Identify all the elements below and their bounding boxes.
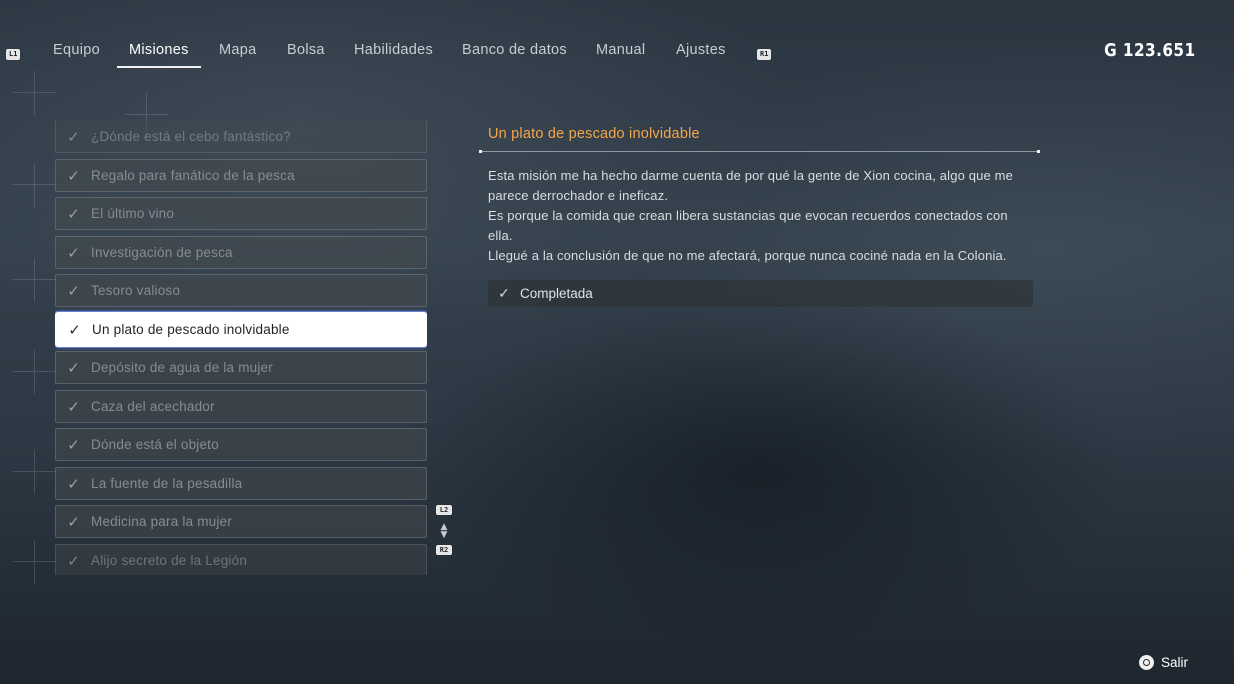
mission-label: Tesoro valioso [91,283,181,298]
scroll-hint: L2 ▲ ▼ R2 [435,505,453,557]
circle-button-icon [1138,655,1154,670]
mission-label: Investigación de pesca [91,245,233,260]
status-badge: ✓ Completada [488,280,1033,307]
description-paragraph: Esta misión me ha hecho darme cuenta de … [488,168,1013,203]
grid-cross-decoration [13,71,57,115]
tab-manual[interactable]: Manual [596,42,645,58]
mission-list[interactable]: ✓ ¿Dónde está el cebo fantástico? ✓ Rega… [55,121,427,575]
checkmark-icon: ✓ [67,281,80,300]
exit-button[interactable]: Salir [1138,655,1188,670]
checkmark-icon: ✓ [67,358,80,377]
checkmark-icon: ✓ [67,166,80,185]
grid-cross-decoration [13,350,57,394]
list-item[interactable]: ✓ Depósito de agua de la mujer [55,351,427,384]
exit-label: Salir [1160,655,1188,670]
mission-label: Regalo para fanático de la pesca [91,168,295,183]
mission-label: Un plato de pescado inolvidable [92,322,290,337]
checkmark-icon: ✓ [498,285,510,302]
divider [479,150,1040,153]
list-item[interactable]: ✓ ¿Dónde está el cebo fantástico? [55,121,427,153]
grid-cross-decoration [13,163,57,207]
list-item[interactable]: ✓ El último vino [55,197,427,230]
checkmark-icon: ✓ [67,397,80,416]
mission-description: Esta misión me ha hecho darme cuenta de … [488,166,1033,266]
mission-label: Alijo secreto de la Legión [91,553,248,568]
tab-mapa[interactable]: Mapa [219,42,256,58]
tab-ajustes[interactable]: Ajustes [676,42,726,58]
r1-button-icon[interactable]: R1 [757,49,772,60]
description-paragraph: Llegué a la conclusión de que no me afec… [488,248,1007,263]
list-item[interactable]: ✓ Medicina para la mujer [55,505,427,538]
checkmark-icon: ✓ [68,320,81,339]
mission-label: ¿Dónde está el cebo fantástico? [91,129,291,144]
grid-cross-decoration [13,540,57,584]
currency-symbol: G [1104,40,1118,61]
status-label: Completada [520,286,593,301]
list-item[interactable]: ✓ Caza del acechador [55,390,427,423]
grid-cross-decoration [13,450,57,494]
tab-bolsa[interactable]: Bolsa [287,42,325,58]
checkmark-icon: ✓ [67,127,80,146]
list-item[interactable]: ✓ Dónde está el objeto [55,428,427,461]
mission-label: Depósito de agua de la mujer [91,360,273,375]
tab-habilidades[interactable]: Habilidades [354,42,433,58]
mission-label: El último vino [91,206,175,221]
currency-amount: 123.651 [1123,40,1196,61]
list-item-selected[interactable]: ✓ Un plato de pescado inolvidable [55,312,427,347]
mission-label: La fuente de la pesadilla [91,476,243,491]
checkmark-icon: ✓ [67,512,80,531]
tab-equipo[interactable]: Equipo [53,42,100,58]
top-nav: L1 Equipo Misiones Mapa Bolsa Habilidade… [0,0,1234,70]
list-item[interactable]: ✓ Investigación de pesca [55,236,427,269]
mission-label: Caza del acechador [91,399,215,414]
mission-detail-title: Un plato de pescado inolvidable [488,126,700,142]
r2-button-icon[interactable]: R2 [436,545,452,555]
checkmark-icon: ✓ [67,474,80,493]
description-paragraph: Es porque la comida que crean libera sus… [488,208,1008,243]
list-item[interactable]: ✓ La fuente de la pesadilla [55,467,427,500]
mission-label: Medicina para la mujer [91,514,232,529]
list-item[interactable]: ✓ Alijo secreto de la Legión [55,544,427,575]
mission-label: Dónde está el objeto [91,437,219,452]
up-down-arrows-icon: ▲ ▼ [440,522,448,540]
currency-display: G 123.651 [1105,40,1196,61]
checkmark-icon: ✓ [67,435,80,454]
checkmark-icon: ✓ [67,243,80,262]
grid-cross-decoration [13,258,57,302]
l2-button-icon[interactable]: L2 [436,505,452,515]
tab-banco-de-datos[interactable]: Banco de datos [462,42,567,58]
checkmark-icon: ✓ [67,551,80,570]
checkmark-icon: ✓ [67,204,80,223]
list-item[interactable]: ✓ Tesoro valioso [55,274,427,307]
list-item[interactable]: ✓ Regalo para fanático de la pesca [55,159,427,192]
tab-misiones[interactable]: Misiones [117,42,201,68]
l1-button-icon[interactable]: L1 [6,49,21,60]
